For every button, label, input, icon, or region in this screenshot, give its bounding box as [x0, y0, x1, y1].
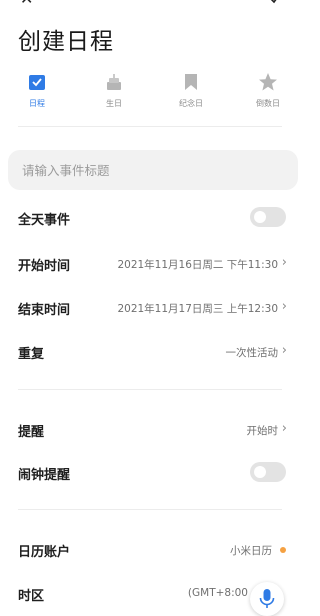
start-time-row[interactable]: 开始时间 2021年11月16日周二 下午11:30 ›: [0, 252, 300, 276]
alarm-reminder-row[interactable]: 闹钟提醒: [0, 461, 300, 485]
voice-input-button[interactable]: [250, 582, 284, 616]
tab-birthday[interactable]: 生日: [84, 72, 144, 114]
tab-anniversary[interactable]: 纪念日: [161, 72, 221, 114]
account-color-dot: [280, 547, 286, 553]
reminder-row[interactable]: 提醒 开始时 ›: [0, 418, 300, 442]
toggle-knob: [254, 466, 266, 478]
all-day-row[interactable]: 全天事件: [0, 206, 300, 230]
divider: [18, 389, 282, 390]
star-icon: [259, 73, 277, 91]
event-type-tabs: 日程 生日 纪念日 倒数日: [0, 72, 300, 114]
all-day-label: 全天事件: [18, 213, 71, 228]
start-time-value: 2021年11月16日周二 下午11:30: [117, 259, 278, 271]
top-action-bar: ✕: [0, 0, 300, 7]
end-time-label: 结束时间: [18, 303, 71, 318]
tab-countdown[interactable]: 倒数日: [238, 72, 298, 114]
tab-label: 生日: [106, 99, 122, 108]
microphone-icon: [259, 589, 275, 608]
timezone-label: 时区: [18, 589, 45, 604]
chevron-right-icon: ›: [281, 421, 287, 436]
tab-label: 纪念日: [179, 99, 203, 108]
reminder-value: 开始时: [246, 425, 279, 437]
end-time-row[interactable]: 结束时间 2021年11月17日周三 上午12:30 ›: [0, 296, 300, 320]
repeat-value: 一次性活动: [225, 347, 279, 359]
toggle-knob: [254, 211, 266, 223]
divider: [18, 509, 282, 510]
calendar-check-icon: [29, 75, 45, 90]
tab-label: 倒数日: [256, 99, 280, 108]
bookmark-icon: [185, 74, 197, 90]
event-title-input[interactable]: [8, 150, 298, 190]
chevron-right-icon: ›: [281, 255, 287, 270]
divider: [18, 126, 282, 127]
alarm-reminder-label: 闹钟提醒: [18, 468, 71, 483]
all-day-toggle[interactable]: [250, 207, 286, 227]
tab-label: 日程: [29, 99, 45, 108]
repeat-row[interactable]: 重复 一次性活动 ›: [0, 340, 300, 364]
timezone-value: (GMT+8:00: [187, 587, 248, 599]
calendar-account-row[interactable]: 日历账户 小米日历: [0, 538, 300, 562]
calendar-account-value: 小米日历: [230, 545, 272, 557]
alarm-reminder-toggle[interactable]: [250, 462, 286, 482]
start-time-label: 开始时间: [18, 259, 71, 274]
tab-schedule[interactable]: 日程: [7, 72, 67, 114]
page-title: 创建日程: [18, 29, 114, 55]
reminder-label: 提醒: [18, 425, 45, 440]
chevron-right-icon: ›: [281, 299, 287, 314]
end-time-value: 2021年11月17日周三 上午12:30: [117, 303, 278, 315]
confirm-icon[interactable]: [268, 0, 282, 5]
close-icon[interactable]: ✕: [20, 0, 33, 7]
repeat-label: 重复: [18, 347, 45, 362]
cake-icon: [107, 74, 121, 90]
chevron-right-icon: ›: [281, 343, 287, 358]
calendar-account-label: 日历账户: [18, 545, 71, 560]
